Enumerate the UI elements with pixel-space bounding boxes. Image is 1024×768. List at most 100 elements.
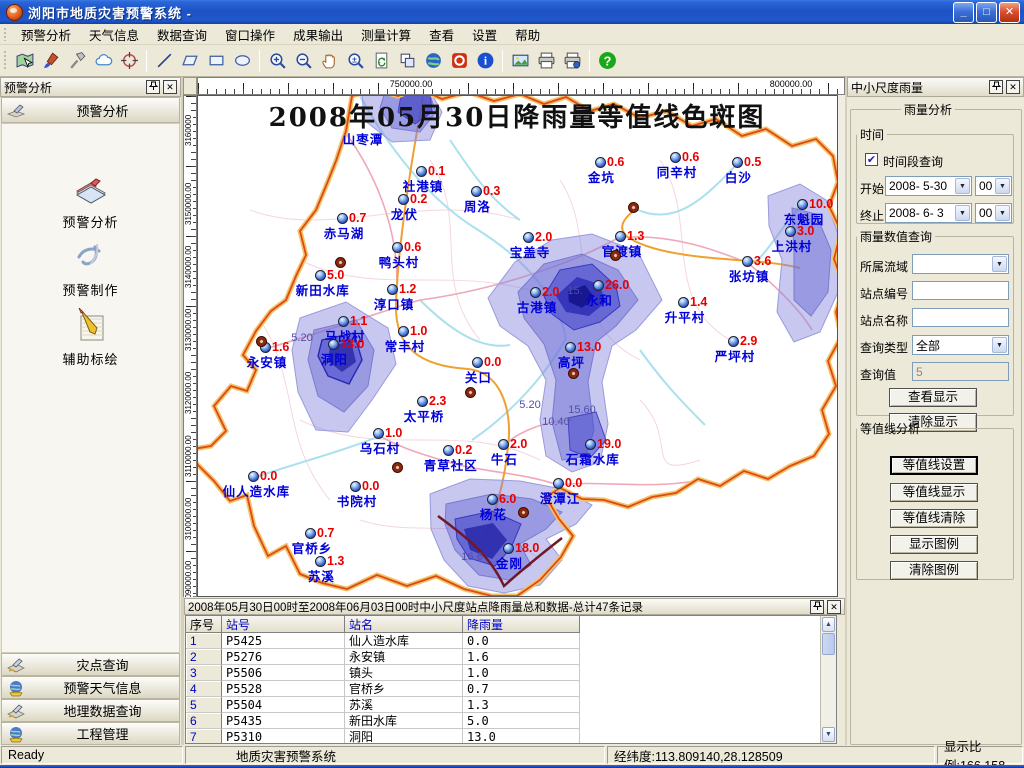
print-setup-icon[interactable] (560, 49, 584, 73)
draw-rectangle-icon[interactable] (204, 49, 228, 73)
station-id-input[interactable] (912, 281, 1009, 300)
contour-settings-button[interactable]: 等值线设置 (890, 456, 978, 475)
draw-ellipse-icon[interactable] (230, 49, 254, 73)
chevron-down-icon[interactable]: ▼ (992, 337, 1007, 353)
scroll-thumb[interactable] (822, 633, 835, 655)
center-target-icon[interactable] (117, 49, 141, 73)
menu-shezhi[interactable]: 设置 (463, 23, 506, 46)
sidebar-item-dili-shuju-chaxun[interactable]: 地理数据查询 (1, 699, 180, 722)
close-icon[interactable]: ✕ (1006, 80, 1020, 94)
menu-bangzhu[interactable]: 帮助 (506, 23, 549, 46)
menu-chengguo-shuchu[interactable]: 成果输出 (284, 23, 352, 46)
clear-legend-button[interactable]: 清除图例 (890, 561, 978, 580)
time-range-checkbox[interactable]: ✔ (865, 153, 878, 166)
contour-show-button[interactable]: 等值线显示 (890, 483, 978, 502)
rainfall-analysis-group: 雨量分析 时间 ✔ 时间段查询 开始 2008- 5-30▼ 00▼ 终止 20… (850, 101, 1022, 745)
chevron-down-icon[interactable]: ▼ (995, 205, 1010, 221)
sidebar-item-fuzhu-biaohui[interactable]: 辅助标绘 (2, 306, 179, 368)
map-viewport[interactable]: 750000.00 800000.00 3160000 3150000.00 3… (183, 77, 845, 597)
toolbar-grip (3, 50, 8, 72)
close-icon[interactable]: ✕ (827, 600, 841, 614)
table-row[interactable]: 4P5528官桥乡0.7 (186, 681, 580, 697)
table-panel-title: 2008年05月30日00时至2008年06月03日00时中小尺度站点降雨量总和… (188, 599, 807, 615)
view-display-button[interactable]: 查看显示 (889, 388, 977, 407)
info-icon[interactable]: i (473, 49, 497, 73)
close-button[interactable]: ✕ (999, 2, 1020, 23)
refresh-page-icon[interactable] (369, 49, 393, 73)
map-select-icon[interactable] (13, 49, 37, 73)
start-date-combo[interactable]: 2008- 5-30▼ (885, 176, 972, 196)
pin-icon[interactable] (810, 600, 824, 614)
column-header[interactable]: 序号 (186, 616, 222, 632)
table-cell: 1 (186, 633, 222, 649)
zoom-out-icon[interactable] (291, 49, 315, 73)
copy-layers-icon[interactable] (395, 49, 419, 73)
table-row[interactable]: 5P5504苏溪1.3 (186, 697, 580, 713)
zoom-extent-icon[interactable]: ± (343, 49, 367, 73)
query-type-combo[interactable]: 全部▼ (912, 335, 1009, 355)
draw-line-icon[interactable] (152, 49, 176, 73)
table-row[interactable]: 2P5276永安镇1.6 (186, 649, 580, 665)
menu-yujing-fenxi[interactable]: 预警分析 (12, 23, 80, 46)
close-icon[interactable]: ✕ (163, 80, 177, 94)
menu-tianqi-xinxi[interactable]: 天气信息 (80, 23, 148, 46)
status-scale: 显示比例:166.158 (937, 746, 1023, 764)
scroll-up-icon[interactable]: ▲ (822, 617, 835, 632)
title-bar: 浏阳市地质灾害预警系统 - _ □ ✕ (0, 0, 1024, 24)
chevron-down-icon[interactable]: ▼ (995, 178, 1010, 194)
table-cell: P5276 (222, 649, 345, 665)
minimize-button[interactable]: _ (953, 2, 974, 23)
menu-chuangkou-caozuo[interactable]: 窗口操作 (216, 23, 284, 46)
column-header[interactable]: 站名 (345, 616, 463, 632)
svg-text:±: ± (352, 55, 357, 65)
sidebar-item-yujing-zhizuo[interactable]: 预警制作 (2, 237, 179, 299)
table-cell: 7 (186, 729, 222, 744)
toolbar-separator (502, 50, 503, 72)
end-hour-combo[interactable]: 00▼ (975, 203, 1012, 223)
menu-shuju-chaxun[interactable]: 数据查询 (148, 23, 216, 46)
pin-icon[interactable] (989, 80, 1003, 94)
station-name-input[interactable] (912, 308, 1009, 327)
contour-clear-button[interactable]: 等值线清除 (890, 509, 978, 528)
table-cell: 新田水库 (345, 713, 463, 729)
pin-icon[interactable] (146, 80, 160, 94)
sidebar-item-yujing-fenxi[interactable]: 预警分析 (2, 169, 179, 231)
end-date-combo[interactable]: 2008- 6- 3▼ (885, 203, 972, 223)
zoom-in-icon[interactable] (265, 49, 289, 73)
print-icon[interactable] (534, 49, 558, 73)
help-icon[interactable]: ? (595, 49, 619, 73)
sidebar-group-header[interactable]: 预警分析 (1, 97, 180, 123)
data-table[interactable]: 序号 站号 站名 降雨量 1P5425仙人造水库0.02P5276永安镇1.63… (185, 615, 837, 744)
table-row[interactable]: 3P5506镇头1.0 (186, 665, 580, 681)
cloud-icon[interactable] (91, 49, 115, 73)
sidebar-item-yujing-tianqi-xinxi[interactable]: 预警天气信息 (1, 676, 180, 699)
legend-image-icon[interactable] (508, 49, 532, 73)
maximize-button[interactable]: □ (976, 2, 997, 23)
sidebar-item-gongcheng-guanli[interactable]: 工程管理 (1, 722, 180, 745)
table-scrollbar[interactable]: ▲ ▼ (820, 616, 836, 743)
column-header[interactable]: 降雨量 (463, 616, 580, 632)
show-legend-button[interactable]: 显示图例 (890, 535, 978, 554)
globe-icon[interactable] (421, 49, 445, 73)
chevron-down-icon[interactable]: ▼ (992, 256, 1007, 272)
stop-icon[interactable] (447, 49, 471, 73)
contour-analysis-group: 等值线分析 等值线设置 等值线显示 等值线清除 显示图例 清除图例 (856, 420, 1014, 580)
start-hour-combo[interactable]: 00▼ (975, 176, 1012, 196)
menu-chakan[interactable]: 查看 (420, 23, 463, 46)
pan-hand-icon[interactable] (317, 49, 341, 73)
menu-celiang-jisuan[interactable]: 测量计算 (352, 23, 420, 46)
table-row[interactable]: 1P5425仙人造水库0.0 (186, 633, 580, 649)
brush-icon[interactable] (39, 49, 63, 73)
scroll-down-icon[interactable]: ▼ (822, 727, 835, 742)
contour-fills (292, 88, 840, 593)
basin-combo[interactable]: ▼ (912, 254, 1009, 274)
draw-polygon-icon[interactable] (178, 49, 202, 73)
chevron-down-icon[interactable]: ▼ (955, 178, 970, 194)
chevron-down-icon[interactable]: ▼ (955, 205, 970, 221)
table-cell: 官桥乡 (345, 681, 463, 697)
sidebar-item-zaidian-chaxun[interactable]: 灾点查询 (1, 653, 180, 676)
table-row[interactable]: 6P5435新田水库5.0 (186, 713, 580, 729)
column-header[interactable]: 站号 (222, 616, 345, 632)
hammer-icon[interactable] (65, 49, 89, 73)
table-row[interactable]: 7P5310洞阳13.0 (186, 729, 580, 744)
